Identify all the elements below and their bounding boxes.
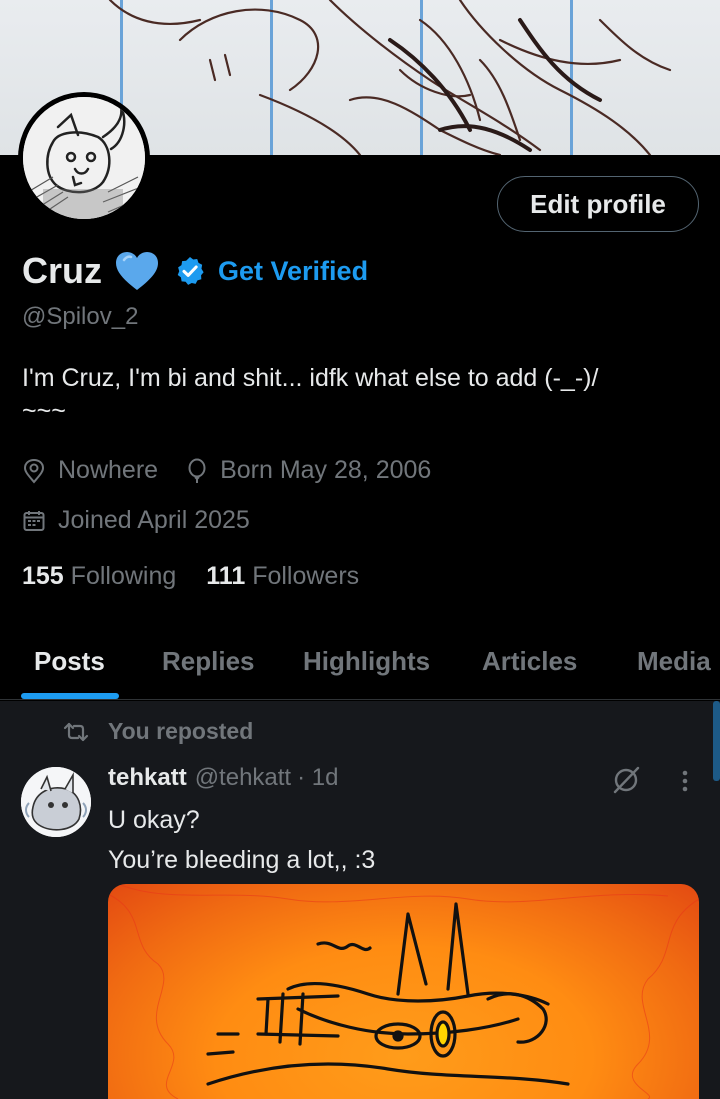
- following-count: 155: [22, 562, 64, 590]
- calendar-icon: [23, 510, 45, 531]
- balloon-icon: [188, 458, 206, 483]
- profile-handle: @Spilov_2: [22, 303, 139, 330]
- followers-stat[interactable]: 111 Followers: [206, 562, 359, 591]
- post-text-line: You’re bleeding a lot,, :3: [108, 846, 376, 874]
- repost-indicator: You reposted: [62, 718, 253, 745]
- tab-highlights[interactable]: Highlights: [303, 646, 430, 677]
- joined-item: Joined April 2025: [22, 506, 250, 535]
- author-avatar-drawing: [21, 767, 91, 837]
- repost-label: You reposted: [108, 718, 254, 744]
- active-tab-indicator: [21, 693, 119, 699]
- location-pin-icon: [23, 458, 45, 484]
- tab-posts[interactable]: Posts: [34, 646, 105, 677]
- post-author-name[interactable]: tehkatt: [108, 764, 187, 792]
- followers-count: 111: [206, 562, 246, 590]
- profile-stats: 155 Following 111 Followers: [22, 562, 389, 591]
- bio-line: I'm Cruz, I'm bi and shit... idfk what e…: [22, 364, 599, 392]
- post-header: tehkatt @tehkatt · 1d: [108, 764, 338, 792]
- edit-profile-button[interactable]: Edit profile: [497, 176, 699, 232]
- location-item: Nowhere: [22, 456, 158, 485]
- followers-label: Followers: [252, 562, 360, 590]
- display-name: Cruz: [22, 250, 102, 291]
- get-verified-link[interactable]: Get Verified: [218, 256, 368, 287]
- post-text: U okay? You’re bleeding a lot,, :3: [108, 800, 375, 880]
- more-options-icon[interactable]: [676, 768, 694, 796]
- post-author-handle[interactable]: @tehkatt: [195, 764, 291, 792]
- following-label: Following: [70, 562, 177, 590]
- profile-avatar[interactable]: [18, 92, 150, 224]
- birthday-item: Born May 28, 2006: [186, 456, 431, 485]
- profile-meta-row: Nowhere Born May 28, 2006: [22, 456, 459, 485]
- post-timestamp[interactable]: · 1d: [297, 764, 338, 792]
- repost-icon: [63, 722, 89, 741]
- grok-icon[interactable]: [610, 764, 642, 796]
- blue-heart-icon: [116, 252, 158, 290]
- profile-tabs: Posts Replies Highlights Articles Media: [0, 632, 720, 700]
- avatar-drawing: [23, 97, 145, 219]
- scrollbar[interactable]: [713, 701, 720, 781]
- tab-articles[interactable]: Articles: [482, 646, 577, 677]
- post-author-avatar[interactable]: [21, 767, 91, 837]
- tab-media[interactable]: Media: [637, 646, 711, 677]
- profile-name-row: Cruz Get Verified: [22, 248, 368, 294]
- joined-text: Joined April 2025: [58, 506, 250, 534]
- profile-bio: I'm Cruz, I'm bi and shit... idfk what e…: [22, 358, 702, 424]
- profile-joined-row: Joined April 2025: [22, 506, 278, 535]
- birthday-text: Born May 28, 2006: [220, 456, 432, 484]
- media-drawing: [108, 884, 699, 1099]
- post-media-image[interactable]: [108, 884, 699, 1099]
- verified-badge-icon[interactable]: [174, 255, 206, 287]
- location-text: Nowhere: [58, 456, 159, 484]
- following-stat[interactable]: 155 Following: [22, 562, 176, 591]
- bio-line: ~~~: [22, 397, 66, 425]
- tab-replies[interactable]: Replies: [162, 646, 255, 677]
- post-text-line: U okay?: [108, 806, 200, 834]
